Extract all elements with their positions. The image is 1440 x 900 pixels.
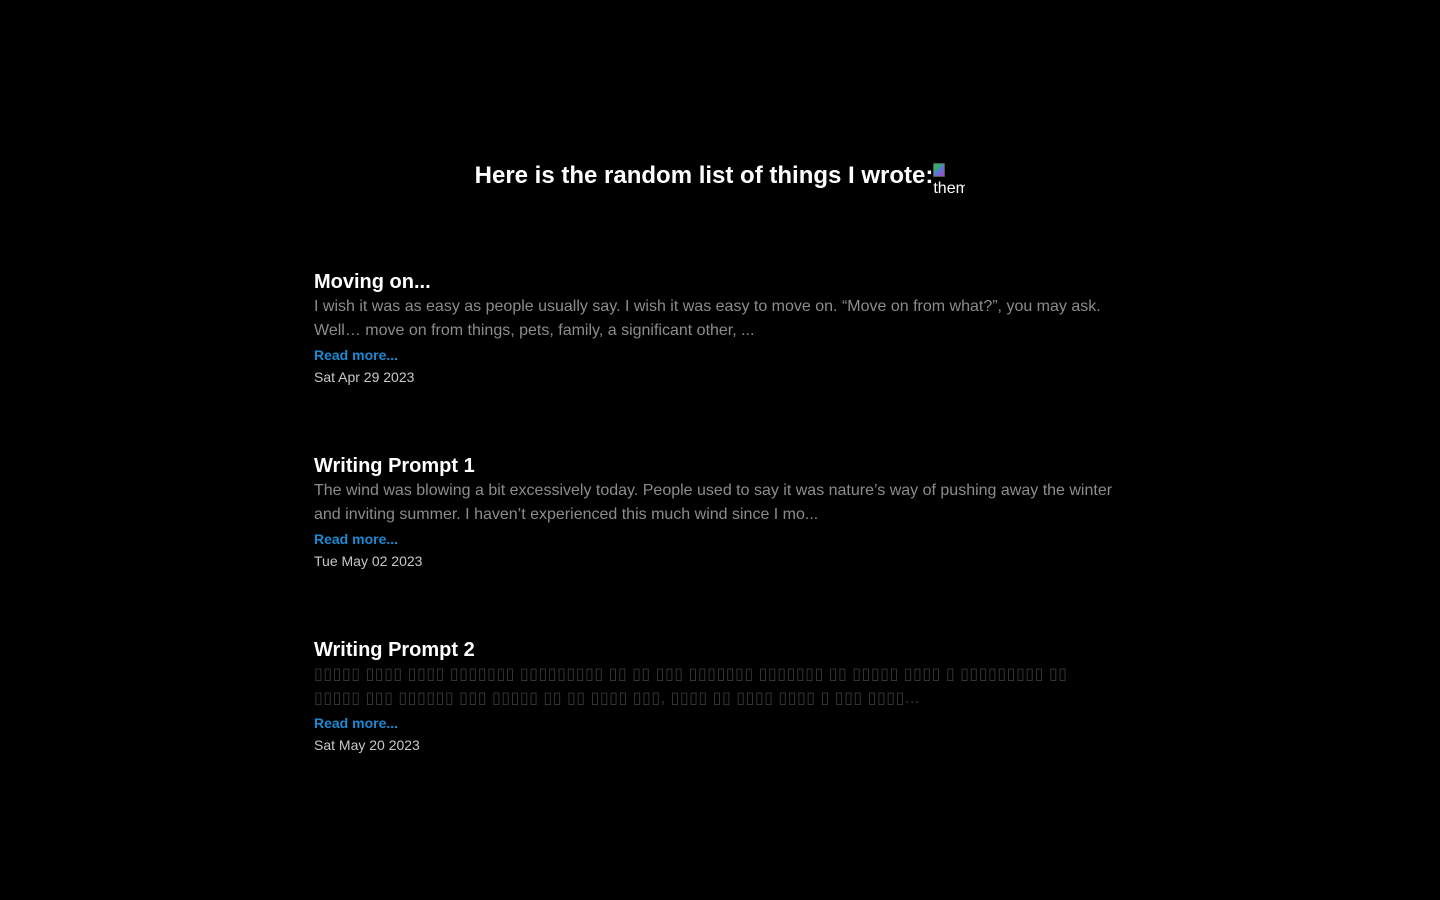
post-date: Tue May 02 2023 (314, 553, 423, 569)
read-more-link[interactable]: Read more... (314, 712, 398, 734)
post-item: Writing Prompt 2 ▯▯▯▯▯ ▯▯▯▯ ▯▯▯▯ ▯▯▯▯▯▯▯… (314, 638, 1114, 822)
post-excerpt: ▯▯▯▯▯ ▯▯▯▯ ▯▯▯▯ ▯▯▯▯▯▯▯ ▯▯▯▯▯▯▯▯▯ ▯▯ ▯▯ … (314, 666, 1068, 707)
post-title[interactable]: Writing Prompt 2 (314, 638, 1114, 662)
page: Here is the random list of things I wrot… (0, 0, 1440, 900)
broken-image-icon (933, 163, 946, 177)
post-date: Sat May 20 2023 (314, 737, 420, 753)
read-more-link[interactable]: Read more... (314, 528, 398, 550)
theme-toggle-button[interactable]: theme-toggle (933, 163, 965, 199)
post-excerpt: The wind was blowing a bit excessively t… (314, 482, 1113, 523)
post-item: Moving on... I wish it was as easy as pe… (314, 270, 1114, 454)
post-list: Moving on... I wish it was as easy as pe… (314, 270, 1114, 822)
read-more-link[interactable]: Read more... (314, 344, 398, 366)
post-excerpt: I wish it was as easy as people usually … (314, 298, 1101, 339)
post-title[interactable]: Writing Prompt 1 (314, 454, 1114, 478)
post-item: Writing Prompt 1 The wind was blowing a … (314, 454, 1114, 638)
theme-toggle-alt-text: theme-toggle (933, 180, 966, 197)
page-title: Here is the random list of things I wrot… (474, 162, 934, 189)
post-date: Sat Apr 29 2023 (314, 369, 415, 385)
header: Here is the random list of things I wrot… (0, 160, 1440, 199)
post-title[interactable]: Moving on... (314, 270, 1114, 294)
